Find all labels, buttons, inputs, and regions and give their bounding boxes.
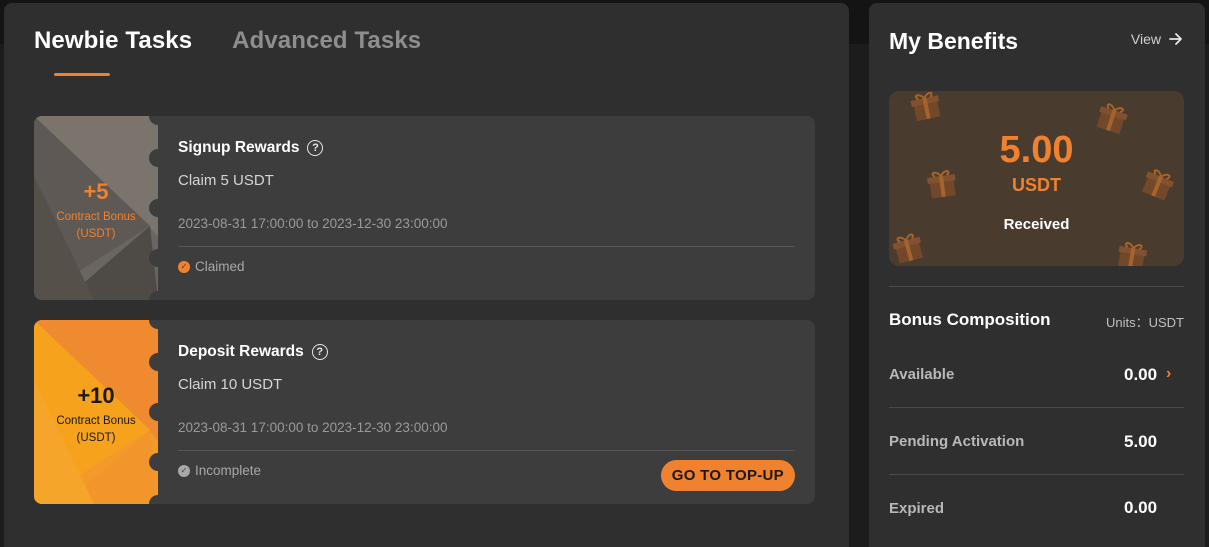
notch bbox=[149, 291, 167, 300]
view-benefits-link[interactable]: View bbox=[1131, 31, 1183, 47]
ticket-perforation bbox=[149, 320, 167, 504]
task-card-signup: +5 Contract Bonus (USDT) Signup Rewards … bbox=[34, 116, 815, 300]
ticket-amount: +10 bbox=[77, 383, 115, 408]
gift-icon bbox=[892, 233, 923, 264]
task-period: 2023-08-31 17:00:00 to 2023-12-30 23:00:… bbox=[178, 216, 448, 231]
divider bbox=[889, 474, 1184, 475]
divider bbox=[178, 450, 795, 451]
notch bbox=[149, 149, 167, 167]
task-status-text: Claimed bbox=[195, 259, 245, 274]
gift-icon bbox=[910, 91, 941, 122]
task-card-deposit: +10 Contract Bonus (USDT) Deposit Reward… bbox=[34, 320, 815, 504]
notch bbox=[149, 495, 167, 504]
row-label-available: Available bbox=[889, 366, 955, 383]
benefits-title: My Benefits bbox=[889, 28, 1019, 54]
received-benefit-card: 5.00 USDT Received bbox=[889, 91, 1184, 266]
chevron-right-icon[interactable]: › bbox=[1166, 365, 1171, 383]
row-value-available: 0.00 bbox=[1124, 365, 1158, 384]
task-status-text: Incomplete bbox=[195, 463, 262, 478]
help-icon[interactable]: ? bbox=[311, 344, 328, 360]
ticket-caption: Contract Bonus (USDT) bbox=[34, 413, 158, 447]
notch bbox=[149, 116, 167, 125]
task-status: ✓ Claimed bbox=[178, 259, 245, 274]
view-label: View bbox=[1130, 31, 1161, 47]
ticket-background bbox=[34, 116, 158, 300]
task-status: ✓ Incomplete bbox=[178, 463, 261, 478]
ticket-caption-line2: (USDT) bbox=[76, 228, 116, 240]
row-label-pending-activation: Pending Activation bbox=[889, 433, 1025, 450]
bonus-composition-title: Bonus Composition bbox=[889, 310, 1051, 329]
notch bbox=[149, 453, 167, 471]
help-icon[interactable]: ? bbox=[307, 140, 324, 156]
notch bbox=[149, 320, 167, 329]
divider bbox=[889, 407, 1184, 408]
ticket-caption: Contract Bonus (USDT) bbox=[34, 209, 158, 243]
ticket-amount: +5 bbox=[83, 179, 109, 204]
ticket-caption-line1: Contract Bonus bbox=[56, 211, 136, 223]
go-to-top-up-button[interactable]: GO TO TOP-UP bbox=[660, 460, 795, 491]
check-circle-icon: ✓ bbox=[178, 260, 190, 273]
units-label: Units：USDT bbox=[1105, 315, 1184, 330]
notch bbox=[149, 403, 167, 421]
bonus-ticket: +10 Contract Bonus (USDT) bbox=[34, 320, 158, 504]
active-tab-indicator bbox=[54, 73, 110, 76]
task-claim: Claim 5 USDT bbox=[178, 172, 274, 189]
task-title: Deposit Rewards ? bbox=[178, 343, 328, 361]
bonus-ticket: +5 Contract Bonus (USDT) bbox=[34, 116, 158, 300]
benefit-unit: USDT bbox=[1012, 175, 1061, 195]
notch bbox=[149, 353, 167, 371]
tab-advanced-tasks[interactable]: Advanced Tasks bbox=[232, 27, 421, 55]
benefit-amount: 5.00 bbox=[999, 129, 1074, 171]
tasks-panel: Newbie Tasks Advanced Tasks +5 Contract … bbox=[4, 3, 849, 547]
ticket-perforation bbox=[149, 116, 167, 300]
notch bbox=[149, 249, 167, 267]
received-label: Received bbox=[1003, 216, 1070, 233]
task-period: 2023-08-31 17:00:00 to 2023-12-30 23:00:… bbox=[178, 420, 448, 435]
tab-newbie-tasks[interactable]: Newbie Tasks bbox=[34, 27, 192, 55]
row-value-pending-activation: 5.00 bbox=[1124, 432, 1158, 451]
ticket-caption-line2: (USDT) bbox=[76, 432, 116, 444]
row-value-expired: 0.00 bbox=[1124, 498, 1158, 517]
notch bbox=[149, 199, 167, 217]
check-circle-icon: ✓ bbox=[178, 464, 190, 477]
divider bbox=[889, 286, 1184, 287]
ticket-caption-line1: Contract Bonus bbox=[56, 415, 136, 427]
task-title-text: Signup Rewards bbox=[178, 139, 300, 156]
task-title: Signup Rewards ? bbox=[178, 139, 324, 157]
benefits-panel: My Benefits View 5.00 USDT Received Bonu… bbox=[869, 3, 1205, 547]
gift-icon bbox=[1117, 241, 1148, 266]
ticket-background bbox=[34, 320, 158, 504]
row-label-expired: Expired bbox=[889, 500, 945, 517]
divider bbox=[178, 246, 795, 247]
task-title-text: Deposit Rewards bbox=[178, 343, 304, 360]
arrow-right-icon bbox=[1169, 33, 1182, 45]
task-tabs: Newbie Tasks Advanced Tasks bbox=[34, 27, 421, 55]
task-claim: Claim 10 USDT bbox=[178, 376, 283, 393]
